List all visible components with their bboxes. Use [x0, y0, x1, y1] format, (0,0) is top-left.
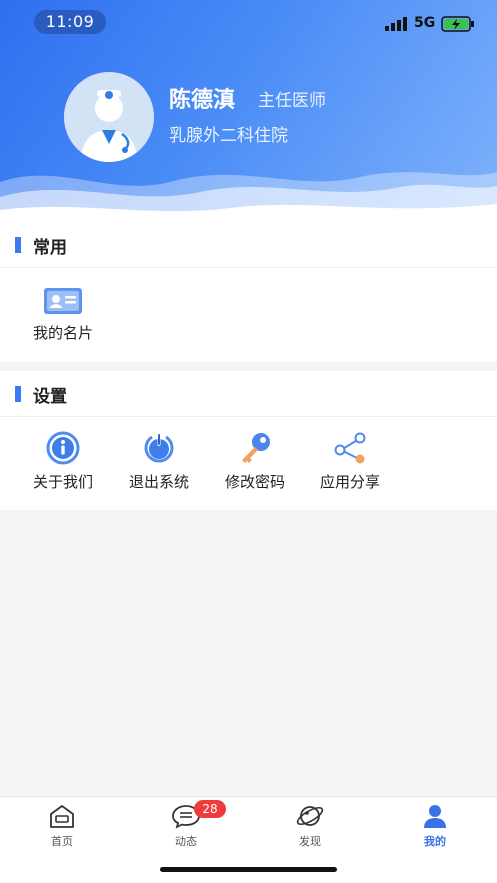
- doctor-department: 乳腺外二科住院: [169, 126, 288, 146]
- home-icon: [50, 805, 74, 828]
- share-icon: [334, 432, 366, 464]
- about-us-label: 关于我们: [32, 473, 93, 491]
- settings-section-title: 设置: [33, 387, 67, 407]
- avatar[interactable]: [64, 72, 154, 162]
- tab-discover-label: 发现: [299, 835, 321, 848]
- network-label: 5G: [414, 15, 436, 31]
- change-password-item[interactable]: 修改密码: [207, 431, 303, 511]
- settings-section-header: 设置: [0, 371, 497, 417]
- about-us-item[interactable]: 关于我们: [15, 431, 111, 511]
- logout-item[interactable]: 退出系统: [111, 431, 207, 511]
- power-icon: [144, 433, 174, 463]
- tab-home[interactable]: 首页: [14, 803, 110, 853]
- common-section-header: 常用: [0, 222, 497, 268]
- tab-activity[interactable]: 28 动态: [138, 800, 234, 853]
- status-bar: 11:09 5G: [0, 0, 497, 44]
- section-marker: [15, 386, 21, 402]
- doctor-name: 陈德滇: [169, 88, 236, 113]
- doctor-title: 主任医师: [258, 91, 326, 111]
- status-time: 11:09: [34, 10, 106, 34]
- app-share-label: 应用分享: [319, 473, 380, 491]
- id-card-icon: [44, 288, 82, 314]
- tab-discover[interactable]: 发现: [262, 803, 358, 853]
- tab-home-label: 首页: [51, 835, 73, 848]
- doctor-avatar-icon: [64, 72, 154, 162]
- section-marker: [15, 237, 21, 253]
- signal-icon: [385, 17, 407, 31]
- common-section: 常用 我的名片: [0, 222, 497, 362]
- battery-charging-icon: [441, 16, 474, 32]
- home-indicator: [160, 867, 337, 872]
- logout-label: 退出系统: [128, 473, 189, 491]
- business-card-label: 我的名片: [32, 324, 93, 342]
- settings-section: 设置 关于我们 退出系统 修改密码 应用分享: [0, 371, 497, 510]
- planet-icon: [296, 806, 324, 826]
- person-icon: [424, 805, 446, 828]
- tab-mine[interactable]: 我的: [387, 803, 483, 853]
- common-section-title: 常用: [33, 238, 67, 258]
- tab-activity-label: 动态: [175, 835, 197, 848]
- key-icon: [242, 433, 270, 463]
- profile-header: 11:09 5G 陈德滇 主任医师 乳腺外二科住院: [0, 0, 497, 222]
- change-password-label: 修改密码: [224, 473, 285, 491]
- notification-badge: 28: [194, 800, 226, 818]
- info-icon: [46, 431, 80, 465]
- tab-mine-label: 我的: [424, 835, 446, 848]
- wave-decoration: [0, 172, 497, 222]
- business-card-item[interactable]: 我的名片: [15, 286, 111, 366]
- app-share-item[interactable]: 应用分享: [302, 431, 398, 511]
